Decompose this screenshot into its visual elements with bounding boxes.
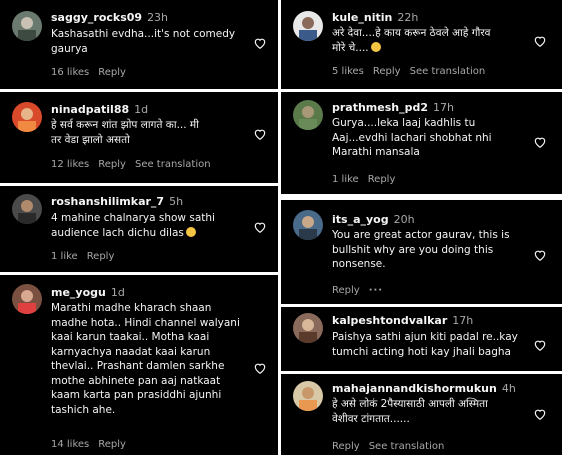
comment-timestamp: 4h bbox=[501, 382, 516, 395]
likes-count[interactable]: 5 likes bbox=[332, 66, 364, 77]
heart-outline-icon[interactable] bbox=[253, 361, 267, 375]
avatar[interactable] bbox=[293, 313, 323, 343]
likes-count[interactable]: 16 likes bbox=[51, 67, 89, 78]
avatar[interactable] bbox=[293, 11, 323, 41]
heart-outline-icon[interactable] bbox=[253, 220, 267, 234]
comment-timestamp: 17h bbox=[452, 314, 474, 327]
comment-username[interactable]: kalpeshtondvalkar bbox=[332, 314, 447, 327]
likes-count[interactable]: 1 like bbox=[332, 174, 359, 185]
comment-timestamp: 17h bbox=[433, 101, 454, 114]
avatar[interactable] bbox=[12, 194, 42, 224]
see-translation-link[interactable]: See translation bbox=[369, 441, 445, 452]
comment-text: हे असे लोकं 2पैस्यासाठी आपली अस्मिता वेश… bbox=[332, 398, 488, 425]
avatar[interactable] bbox=[293, 381, 323, 411]
comment-timestamp: 23h bbox=[147, 11, 169, 24]
reply-button[interactable]: Reply bbox=[98, 67, 126, 78]
see-translation-link[interactable]: See translation bbox=[410, 66, 486, 77]
grinning-face-icon bbox=[185, 226, 196, 237]
reply-button[interactable]: Reply bbox=[368, 174, 396, 185]
reply-button[interactable]: Reply bbox=[87, 251, 115, 262]
comment-timestamp: 20h bbox=[393, 213, 415, 226]
heart-outline-icon[interactable] bbox=[533, 248, 547, 262]
avatar[interactable] bbox=[293, 100, 323, 130]
comment-text: Marathi madhe kharach shaan madhe hota..… bbox=[51, 302, 240, 416]
reply-button[interactable]: Reply bbox=[373, 66, 401, 77]
reply-button[interactable]: Reply bbox=[332, 285, 360, 296]
comment-text: Gurya....leka laaj kadhlis tu Aaj...evdh… bbox=[332, 117, 492, 158]
comment-timestamp: 22h bbox=[397, 11, 419, 24]
comment-text: You are great actor gaurav, this is bull… bbox=[332, 229, 510, 270]
comment-text: हे सर्व करून शांत झोप लागते का... मी तर … bbox=[51, 119, 199, 146]
comment-username[interactable]: roshanshilimkar_7 bbox=[51, 195, 164, 208]
reply-button[interactable]: Reply bbox=[98, 159, 126, 170]
likes-count[interactable]: 14 likes bbox=[51, 439, 89, 450]
comment-username[interactable]: saggy_rocks09 bbox=[51, 11, 142, 24]
likes-count[interactable]: 12 likes bbox=[51, 159, 89, 170]
comment-timestamp: 1d bbox=[134, 103, 149, 116]
comment-username[interactable]: its_a_yog bbox=[332, 213, 389, 226]
avatar[interactable] bbox=[12, 102, 42, 132]
comment-text: Paishya sathi ajun kiti padal re..kay tu… bbox=[332, 331, 518, 358]
heart-outline-icon[interactable] bbox=[533, 407, 547, 421]
comment-text: 4 mahine chalnarya show sathi audience l… bbox=[51, 212, 215, 239]
reply-button[interactable]: Reply bbox=[98, 439, 126, 450]
heart-outline-icon[interactable] bbox=[253, 36, 267, 50]
comment-username[interactable]: me_yogu bbox=[51, 286, 106, 299]
comment-mahajannandkishormukun: mahajannandkishormukun 4h हे असे लोकं 2पै… bbox=[281, 374, 562, 455]
comment-roshanshilimkar-7: roshanshilimkar_7 5h 4 mahine chalnarya s… bbox=[0, 186, 278, 272]
comment-timestamp: 1d bbox=[110, 286, 125, 299]
likes-count[interactable]: 1 like bbox=[51, 251, 78, 262]
heart-outline-icon[interactable] bbox=[533, 135, 547, 149]
comment-prathmesh-pd2: prathmesh_pd2 17h Gurya....leka laaj kadh… bbox=[281, 92, 562, 194]
avatar[interactable] bbox=[12, 11, 42, 41]
more-options-icon[interactable]: ··· bbox=[369, 285, 383, 296]
heart-outline-icon[interactable] bbox=[533, 338, 547, 352]
comment-username[interactable]: ninadpatil88 bbox=[51, 103, 129, 116]
comment-me-yogu: me_yogu 1d Marathi madhe kharach shaan ma… bbox=[0, 275, 278, 455]
comment-timestamp: 5h bbox=[169, 195, 184, 208]
see-translation-link[interactable]: See translation bbox=[135, 159, 211, 170]
reply-button[interactable]: Reply bbox=[332, 441, 360, 452]
comment-text: Kashasathi evdha...it's not comedy gaury… bbox=[51, 28, 236, 55]
comment-its-a-yog: its_a_yog 20h You are great actor gaurav,… bbox=[281, 200, 562, 304]
avatar[interactable] bbox=[293, 210, 323, 240]
comment-saggy-rocks09: saggy_rocks09 23h Kashasathi evdha...it's… bbox=[0, 0, 278, 89]
comment-username[interactable]: kule_nitin bbox=[332, 11, 392, 24]
heart-outline-icon[interactable] bbox=[533, 34, 547, 48]
comment-ninadpatil88: ninadpatil88 1d हे सर्व करून शांत झोप लाग… bbox=[0, 92, 278, 183]
comment-kule-nitin: kule_nitin 22h अरे देवा....हे काय करून ठे… bbox=[281, 0, 562, 89]
comment-text: अरे देवा....हे काय करून ठेवले आहे गौरव म… bbox=[332, 27, 491, 54]
avatar[interactable] bbox=[12, 284, 42, 314]
heart-outline-icon[interactable] bbox=[253, 127, 267, 141]
comment-username[interactable]: mahajannandkishormukun bbox=[332, 382, 497, 395]
comment-username[interactable]: prathmesh_pd2 bbox=[332, 101, 428, 114]
comment-kalpeshtondvalkar: kalpeshtondvalkar 17h Paishya sathi ajun … bbox=[281, 307, 562, 371]
smiling-face-icon bbox=[370, 41, 381, 52]
